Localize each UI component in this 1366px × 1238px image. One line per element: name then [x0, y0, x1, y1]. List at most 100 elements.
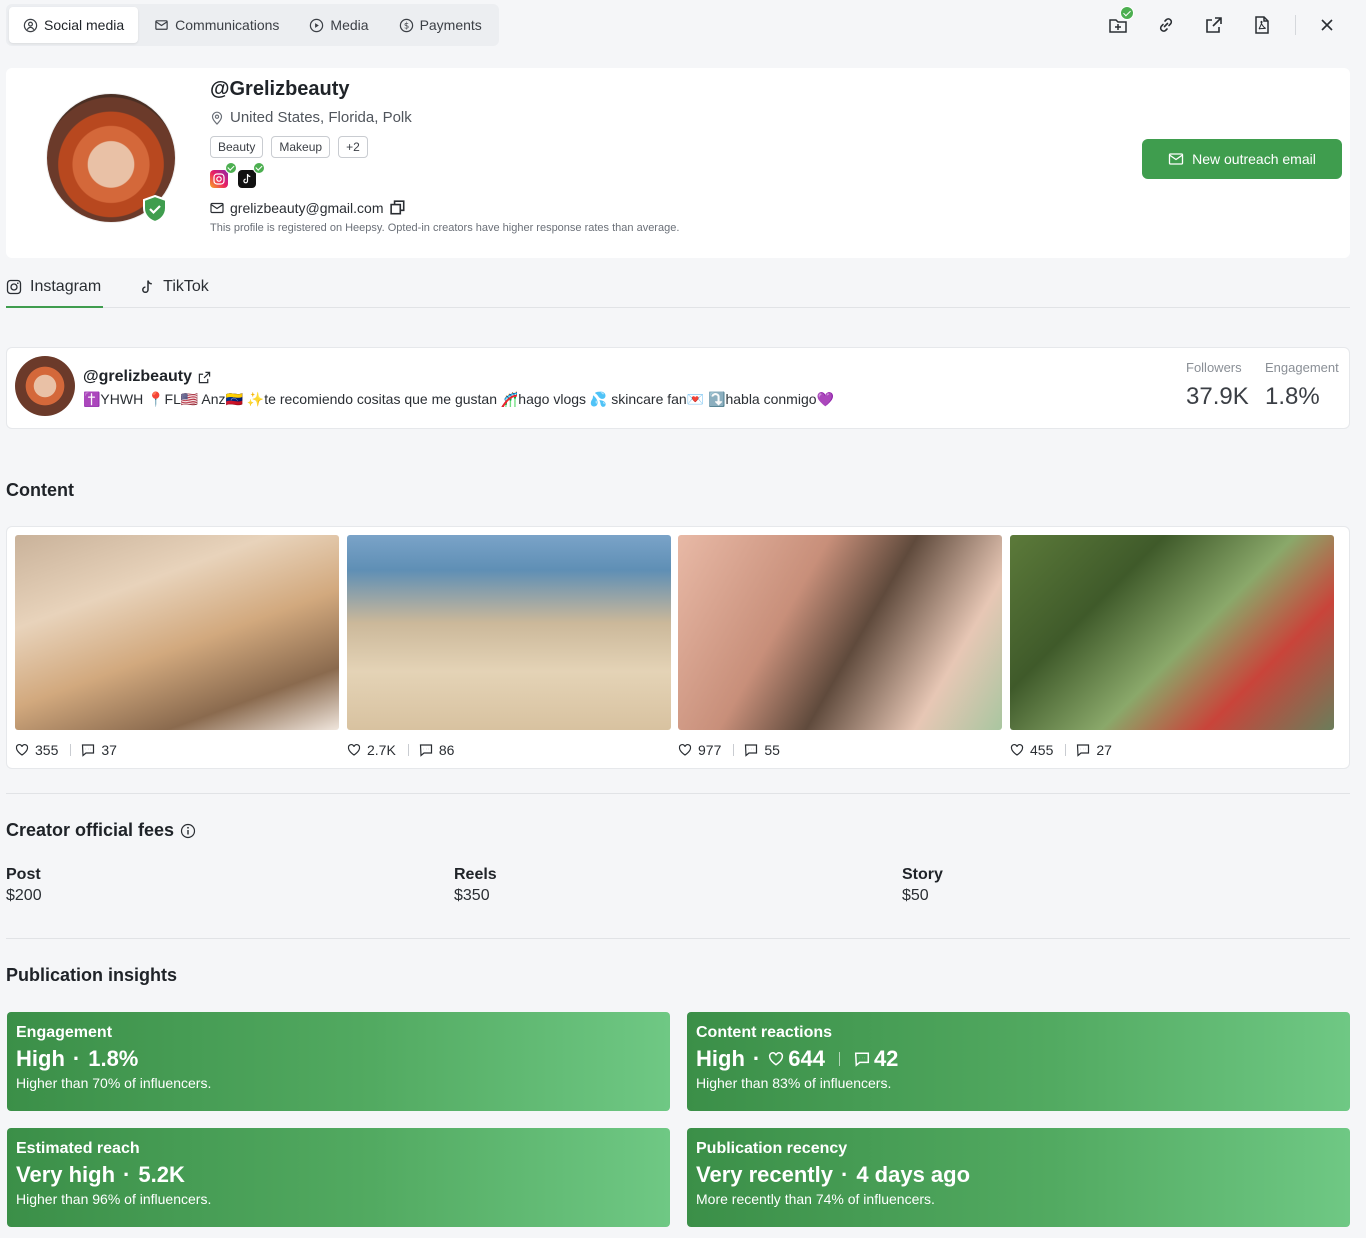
close-button[interactable] — [1310, 8, 1344, 42]
fee-price: $200 — [6, 887, 42, 904]
insight-value: 4 days ago — [856, 1162, 971, 1187]
open-external-button[interactable] — [1197, 8, 1231, 42]
post-card[interactable]: 355 37 — [15, 535, 339, 758]
divider — [1065, 744, 1067, 756]
insight-description: More recently than 74% of influencers. — [696, 1191, 935, 1207]
copy-icon[interactable] — [389, 200, 406, 216]
outreach-label: New outreach email — [1192, 151, 1316, 167]
tab-label: Payments — [419, 17, 482, 33]
post-meta: 355 37 — [15, 742, 339, 758]
insight-value-row: High · 1.8% — [16, 1046, 661, 1072]
comment-icon — [419, 744, 432, 757]
heart-icon — [678, 743, 692, 756]
fee-price: $350 — [454, 887, 490, 904]
comments-count: 55 — [764, 742, 780, 758]
insight-title: Engagement — [16, 1024, 113, 1041]
location-pin-icon — [211, 111, 223, 125]
tab-label: TikTok — [163, 278, 209, 295]
fee-name: Reels — [454, 866, 497, 883]
insight-value: 5.2K — [138, 1162, 185, 1187]
fee-story: Story $50 — [902, 866, 943, 905]
divider — [1295, 15, 1296, 35]
insight-value-row: Very recently · 4 days ago — [696, 1162, 1341, 1188]
insight-comments: 42 — [873, 1046, 899, 1071]
tab-instagram[interactable]: Instagram — [6, 268, 104, 308]
followers-stat: Followers 37.9K — [1186, 360, 1249, 411]
content-grid: 355 37 2.7K 86 977 55 455 27 — [6, 526, 1350, 769]
account-avatar — [15, 356, 75, 416]
profile-avatar — [46, 93, 178, 225]
section-divider — [6, 793, 1350, 794]
tiktok-icon[interactable] — [238, 162, 265, 188]
profile-info: @Grelizbeauty United States, Florida, Po… — [210, 78, 679, 234]
add-to-list-button[interactable] — [1101, 6, 1135, 42]
post-thumbnail[interactable] — [347, 535, 671, 730]
tab-communications[interactable]: Communications — [140, 7, 293, 43]
tab-tiktok[interactable]: TikTok — [139, 268, 209, 306]
email-text[interactable]: grelizbeauty@gmail.com — [230, 200, 384, 216]
social-icon — [23, 18, 38, 32]
comment-icon — [1077, 744, 1090, 757]
pdf-export-icon — [1255, 16, 1269, 34]
separator-dot: · — [840, 1162, 849, 1187]
tab-social-media[interactable]: Social media — [9, 7, 139, 43]
email-row: grelizbeauty@gmail.com — [210, 200, 679, 216]
insight-level: Very recently — [696, 1162, 833, 1187]
tab-payments[interactable]: $ Payments — [385, 7, 496, 43]
post-thumbnail[interactable] — [1010, 535, 1334, 730]
tab-media[interactable]: Media — [295, 7, 382, 43]
insight-estimated-reach: Estimated reach Very high · 5.2K Higher … — [7, 1128, 670, 1227]
likes-count: 977 — [698, 742, 722, 758]
copy-link-button[interactable] — [1149, 8, 1183, 42]
insight-title: Publication recency — [696, 1140, 848, 1157]
engagement-stat: Engagement 1.8% — [1265, 360, 1339, 411]
more-tags[interactable]: +2 — [338, 136, 368, 158]
category-tags: Beauty Makeup +2 — [210, 136, 679, 158]
account-card: @grelizbeauty ✝️YHWH 📍FL🇺🇸 Anz🇻🇪 ✨te rec… — [6, 347, 1350, 429]
post-thumbnail[interactable] — [678, 535, 1002, 730]
insight-description: Higher than 96% of influencers. — [16, 1191, 212, 1207]
close-icon — [1321, 19, 1333, 31]
account-handle[interactable]: @grelizbeauty — [83, 368, 211, 386]
post-thumbnail[interactable] — [15, 535, 339, 730]
external-link-icon[interactable] — [198, 371, 211, 384]
insight-description: Higher than 70% of influencers. — [16, 1075, 212, 1091]
heart-icon — [769, 1052, 784, 1066]
insights-title: Publication insights — [6, 965, 178, 985]
top-actions — [1087, 6, 1344, 42]
verified-badge-icon — [143, 195, 167, 223]
info-icon[interactable] — [180, 823, 196, 839]
section-divider — [6, 938, 1350, 939]
media-play-icon — [310, 18, 324, 32]
instagram-icon[interactable] — [210, 162, 237, 188]
instagram-glyph-icon — [213, 173, 225, 185]
verified-check-icon — [253, 162, 265, 174]
saved-check-icon — [1120, 6, 1134, 20]
tab-label: Media — [330, 17, 369, 33]
separator-dot: · — [123, 1162, 131, 1187]
post-card[interactable]: 455 27 — [1010, 535, 1334, 758]
tag[interactable]: Makeup — [271, 136, 331, 158]
comment-icon — [854, 1052, 869, 1067]
link-icon — [1159, 18, 1173, 32]
likes-count: 2.7K — [367, 742, 396, 758]
engagement-value: 1.8% — [1265, 383, 1320, 410]
followers-label: Followers — [1186, 360, 1242, 375]
opt-in-note: This profile is registered on Heepsy. Op… — [210, 222, 680, 234]
separator-dot: · — [752, 1046, 761, 1071]
export-pdf-button[interactable] — [1245, 8, 1279, 42]
top-tabs: Social media Communications Media $ Paym… — [6, 4, 499, 46]
external-link-icon — [1206, 17, 1222, 33]
post-card[interactable]: 977 55 — [678, 535, 1002, 758]
fee-name: Story — [902, 866, 943, 883]
tiktok-glyph-icon — [243, 173, 251, 184]
post-card[interactable]: 2.7K 86 — [347, 535, 671, 758]
new-outreach-email-button[interactable]: New outreach email — [1142, 139, 1342, 179]
tab-label: Communications — [175, 17, 280, 33]
insight-title: Estimated reach — [16, 1140, 140, 1157]
location-text: United States, Florida, Polk — [230, 109, 412, 126]
tag[interactable]: Beauty — [210, 136, 264, 158]
post-meta: 977 55 — [678, 742, 1002, 758]
insight-level: High — [16, 1046, 65, 1071]
fee-reels: Reels $350 — [454, 866, 497, 905]
